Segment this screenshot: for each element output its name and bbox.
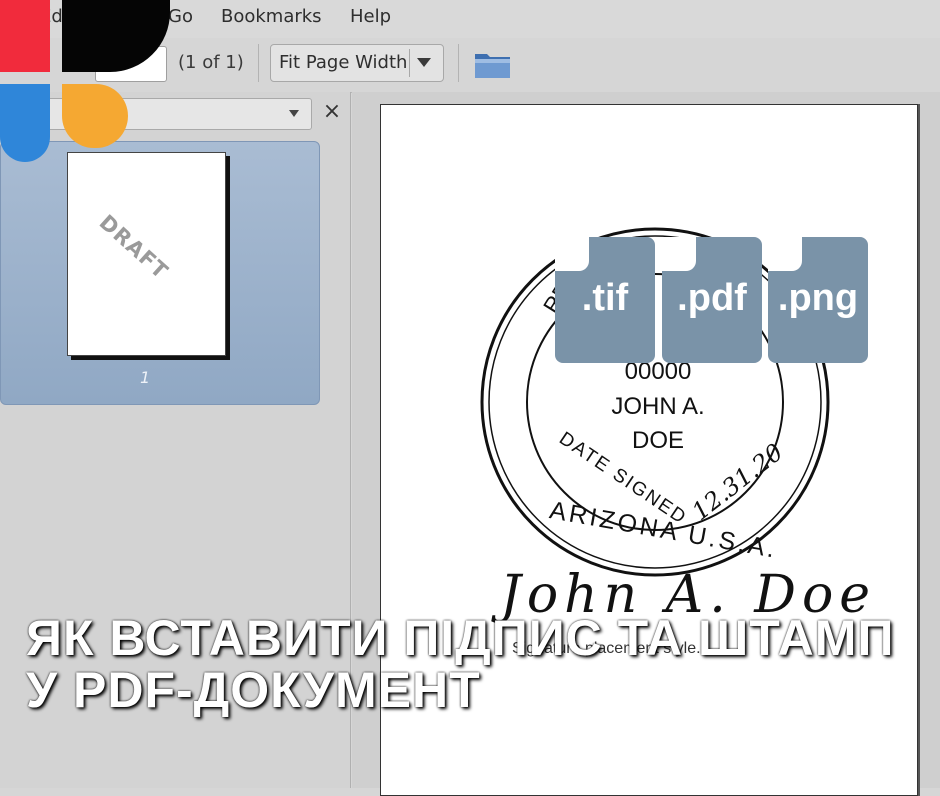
menu-help[interactable]: Help	[350, 6, 391, 27]
tif-file-icon: .tif	[555, 237, 655, 363]
chevron-down-icon[interactable]	[289, 110, 299, 117]
zoom-select[interactable]: Fit Page Width	[270, 44, 444, 82]
close-icon[interactable]: ×	[320, 98, 344, 126]
menu-go[interactable]: Go	[168, 6, 193, 27]
file-ext-label: .pdf	[677, 277, 747, 319]
zoom-divider	[409, 49, 410, 77]
thumbnail-page-number: 1	[140, 368, 151, 387]
file-ext-label: .tif	[581, 277, 629, 319]
fold-corner	[768, 237, 802, 271]
pdf-file-icon: .pdf	[662, 237, 762, 363]
logo-yellow-block	[62, 84, 128, 148]
folder-icon[interactable]	[474, 48, 512, 84]
stamp-name-line1: JOHN A.	[611, 393, 705, 420]
page-count-label: (1 of 1)	[178, 52, 244, 73]
page-thumbnail[interactable]: DRAFT	[67, 152, 226, 356]
draft-watermark: DRAFT	[94, 210, 173, 284]
menu-bookmarks[interactable]: Bookmarks	[221, 6, 322, 27]
fold-corner	[662, 237, 696, 271]
logo-blue-block	[0, 84, 50, 162]
fold-corner	[555, 237, 589, 271]
toolbar-separator	[258, 44, 259, 82]
stamp-name-line2: DOE	[631, 427, 684, 454]
toolbar-separator	[458, 44, 459, 82]
chevron-down-icon[interactable]	[417, 58, 431, 67]
file-ext-label: .png	[777, 277, 859, 319]
zoom-value: Fit Page Width	[279, 52, 408, 73]
png-file-icon: .png	[768, 237, 868, 363]
logo-red-block	[0, 0, 50, 72]
overlay-title: ЯК ВСТАВИТИ ПІДПИС ТА ШТАМП У PDF-ДОКУМЕ…	[26, 610, 895, 718]
